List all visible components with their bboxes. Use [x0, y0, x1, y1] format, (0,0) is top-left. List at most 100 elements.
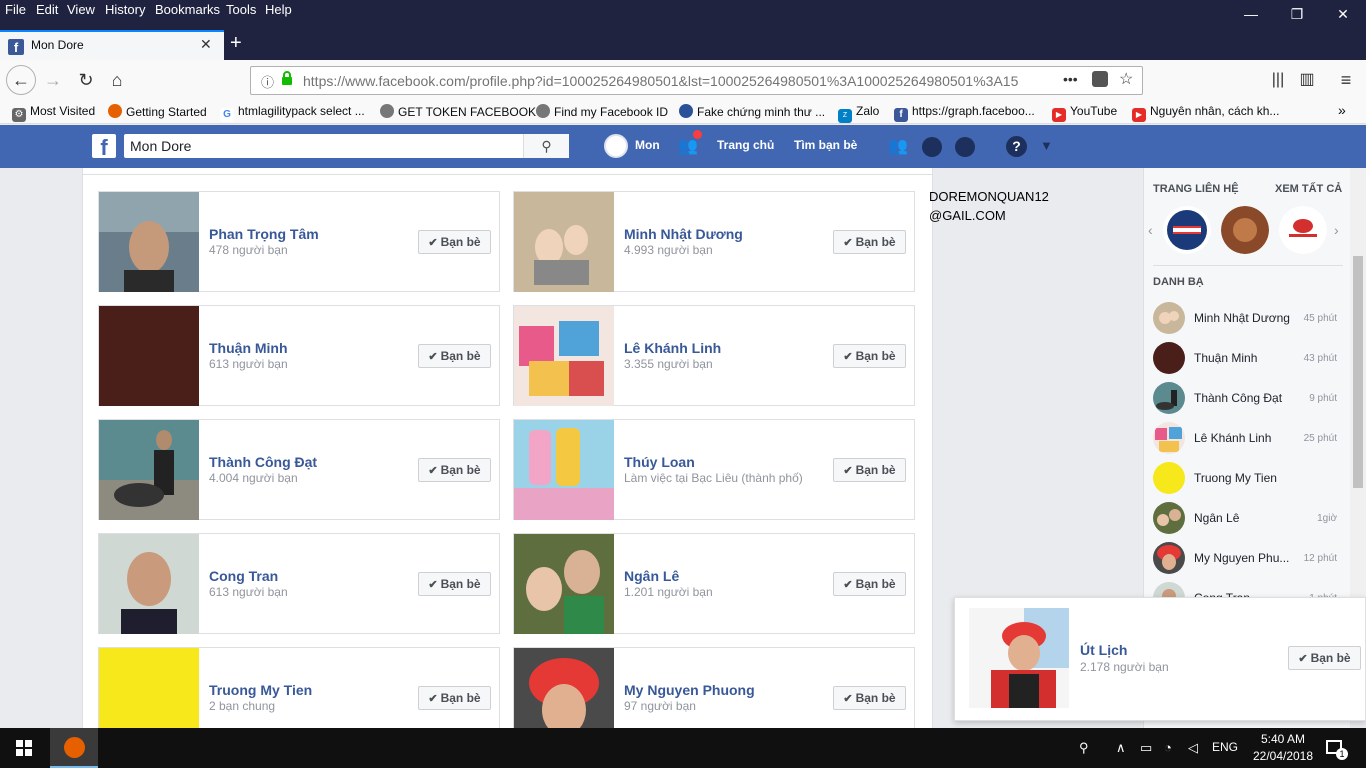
friends-button[interactable]: ✔ Bạn bè [1288, 646, 1361, 670]
bookmark-zalo[interactable]: Z Zalo [838, 104, 879, 123]
friend-name[interactable]: Truong My Tien [209, 682, 312, 698]
friend-photo[interactable] [99, 420, 199, 520]
hamburger-menu-icon[interactable]: ≡ [1333, 68, 1359, 92]
facebook-logo-icon[interactable]: f [92, 134, 116, 160]
nav-home-link[interactable]: Trang chủ [717, 138, 774, 152]
tray-overflow-icon[interactable]: ∧ [1116, 740, 1126, 756]
friend-name[interactable]: Thúy Loan [624, 454, 695, 470]
friends-button[interactable]: ✔ Bạn bè [833, 686, 906, 710]
friend-photo[interactable] [514, 192, 614, 292]
messenger-icon[interactable] [922, 137, 942, 157]
friend-photo[interactable] [514, 534, 614, 634]
friend-photo[interactable] [99, 192, 199, 292]
chevron-right-icon[interactable]: › [1334, 222, 1339, 238]
page-avatar-made-in-thailand[interactable] [1163, 206, 1211, 254]
bookmarks-overflow-icon[interactable]: » [1338, 102, 1346, 118]
chevron-left-icon[interactable]: ‹ [1148, 222, 1153, 238]
url-text[interactable]: https://www.facebook.com/profile.php?id=… [303, 73, 1055, 89]
globe-notifications-icon[interactable] [955, 137, 975, 157]
friend-photo[interactable] [99, 648, 199, 728]
friend-name[interactable]: My Nguyen Phuong [624, 682, 755, 698]
new-tab-button[interactable]: + [230, 32, 242, 55]
friend-photo[interactable] [514, 648, 614, 728]
language-indicator[interactable]: ENG [1212, 740, 1238, 754]
friends-button[interactable]: ✔ Bạn bè [418, 686, 491, 710]
people-icon[interactable]: ⚲ [1079, 740, 1089, 756]
profile-link[interactable]: Mon [635, 138, 660, 152]
bookmark-nguyen-nhan[interactable]: ▶ Nguyên nhân, cách kh... [1132, 104, 1279, 122]
sidebar-scrollbar[interactable] [1350, 168, 1366, 598]
menu-bookmarks[interactable]: Bookmarks [155, 2, 220, 17]
menu-file[interactable]: File [5, 2, 26, 17]
clock-time[interactable]: 5:40 AM [1252, 732, 1314, 746]
bookmark-fake-cmt[interactable]: Fake chứng minh thư ... [679, 104, 825, 119]
contact-item[interactable]: Thuận Minh 43 phút [1144, 338, 1350, 378]
contact-item[interactable]: My Nguyen Phu... 12 phút [1144, 538, 1350, 578]
help-icon[interactable]: ? [1006, 136, 1027, 157]
page-actions-icon[interactable]: ••• [1063, 71, 1078, 87]
nav-find-friends-link[interactable]: Tìm bạn bè [794, 138, 857, 152]
menu-history[interactable]: History [105, 2, 145, 17]
friends-button[interactable]: ✔ Bạn bè [833, 572, 906, 596]
sidebar-toggle-icon[interactable]: ▥ [1294, 68, 1320, 92]
bookmark-youtube[interactable]: ▶ YouTube [1052, 104, 1117, 122]
friend-name[interactable]: Ngân Lê [624, 568, 679, 584]
menu-edit[interactable]: Edit [36, 2, 58, 17]
pocket-icon[interactable] [1092, 71, 1108, 87]
page-avatar-lion[interactable] [1221, 206, 1269, 254]
friend-name[interactable]: Cong Tran [209, 568, 278, 584]
friend-name[interactable]: Thành Công Đạt [209, 454, 317, 470]
wifi-icon[interactable]: ◔ [1164, 740, 1172, 755]
close-window-button[interactable]: ✕ [1320, 0, 1366, 28]
friend-photo[interactable] [969, 608, 1069, 708]
menu-tools[interactable]: Tools [226, 2, 256, 17]
friend-name[interactable]: Út Lịch [1080, 642, 1127, 658]
contact-item[interactable]: Ngân Lê 1giờ [1144, 498, 1350, 538]
bookmark-find-fb-id[interactable]: Find my Facebook ID [536, 104, 668, 119]
info-icon[interactable]: ⓘ [261, 72, 274, 91]
see-all-link[interactable]: XEM TẤT CẢ [1275, 183, 1342, 195]
friends-button[interactable]: ✔ Bạn bè [418, 344, 491, 368]
friends-button[interactable]: ✔ Bạn bè [833, 458, 906, 482]
friends-button[interactable]: ✔ Bạn bè [418, 458, 491, 482]
back-button[interactable]: ← [6, 65, 36, 95]
contact-item[interactable]: Minh Nhật Dương 45 phút [1144, 298, 1350, 338]
friend-photo[interactable] [99, 534, 199, 634]
friends-button[interactable]: ✔ Bạn bè [833, 230, 906, 254]
tab-mon-dore[interactable]: f Mon Dore ✕ [0, 30, 224, 60]
bookmark-getting-started[interactable]: Getting Started [108, 104, 207, 119]
friends-button[interactable]: ✔ Bạn bè [833, 344, 906, 368]
battery-icon[interactable]: ▭ [1140, 740, 1152, 756]
search-input[interactable] [130, 137, 520, 155]
scrollbar-thumb[interactable] [1353, 256, 1363, 488]
page-avatar-redcap[interactable] [1279, 206, 1327, 254]
firefox-taskbar-button[interactable] [50, 728, 98, 768]
bookmark-most-visited[interactable]: ⚙ Most Visited [12, 104, 95, 122]
restore-button[interactable]: ❐ [1274, 0, 1320, 28]
search-icon[interactable]: ⚲ [523, 134, 569, 158]
forward-button[interactable]: → [40, 68, 66, 92]
menu-view[interactable]: View [67, 2, 95, 17]
friend-name[interactable]: Minh Nhật Dương [624, 226, 743, 242]
friends-button[interactable]: ✔ Bạn bè [418, 572, 491, 596]
account-dropdown-icon[interactable]: ▼ [1040, 138, 1053, 153]
url-bar[interactable]: ⓘ https://www.facebook.com/profile.php?i… [250, 66, 1143, 95]
friends-icon[interactable]: 👥 [888, 136, 908, 156]
friend-photo[interactable] [514, 306, 614, 406]
friends-button[interactable]: ✔ Bạn bè [418, 230, 491, 254]
profile-avatar[interactable] [604, 134, 628, 158]
menu-help[interactable]: Help [265, 2, 292, 17]
bookmark-get-token[interactable]: GET TOKEN FACEBOOK [380, 104, 536, 119]
friend-photo[interactable] [514, 420, 614, 520]
volume-icon[interactable]: ◁ [1188, 740, 1198, 756]
friend-photo[interactable] [99, 306, 199, 406]
library-icon[interactable]: ||| [1265, 68, 1291, 92]
contact-item[interactable]: Lê Khánh Linh 25 phút [1144, 418, 1350, 458]
friend-name[interactable]: Lê Khánh Linh [624, 340, 721, 356]
reload-button[interactable]: ↻ [73, 68, 99, 92]
bookmark-star-icon[interactable]: ☆ [1119, 69, 1133, 89]
friend-requests-icon[interactable]: 👥 [678, 136, 698, 156]
tab-close-icon[interactable]: ✕ [200, 36, 212, 53]
minimize-button[interactable]: — [1228, 0, 1274, 28]
contact-item[interactable]: Truong My Tien [1144, 458, 1350, 498]
